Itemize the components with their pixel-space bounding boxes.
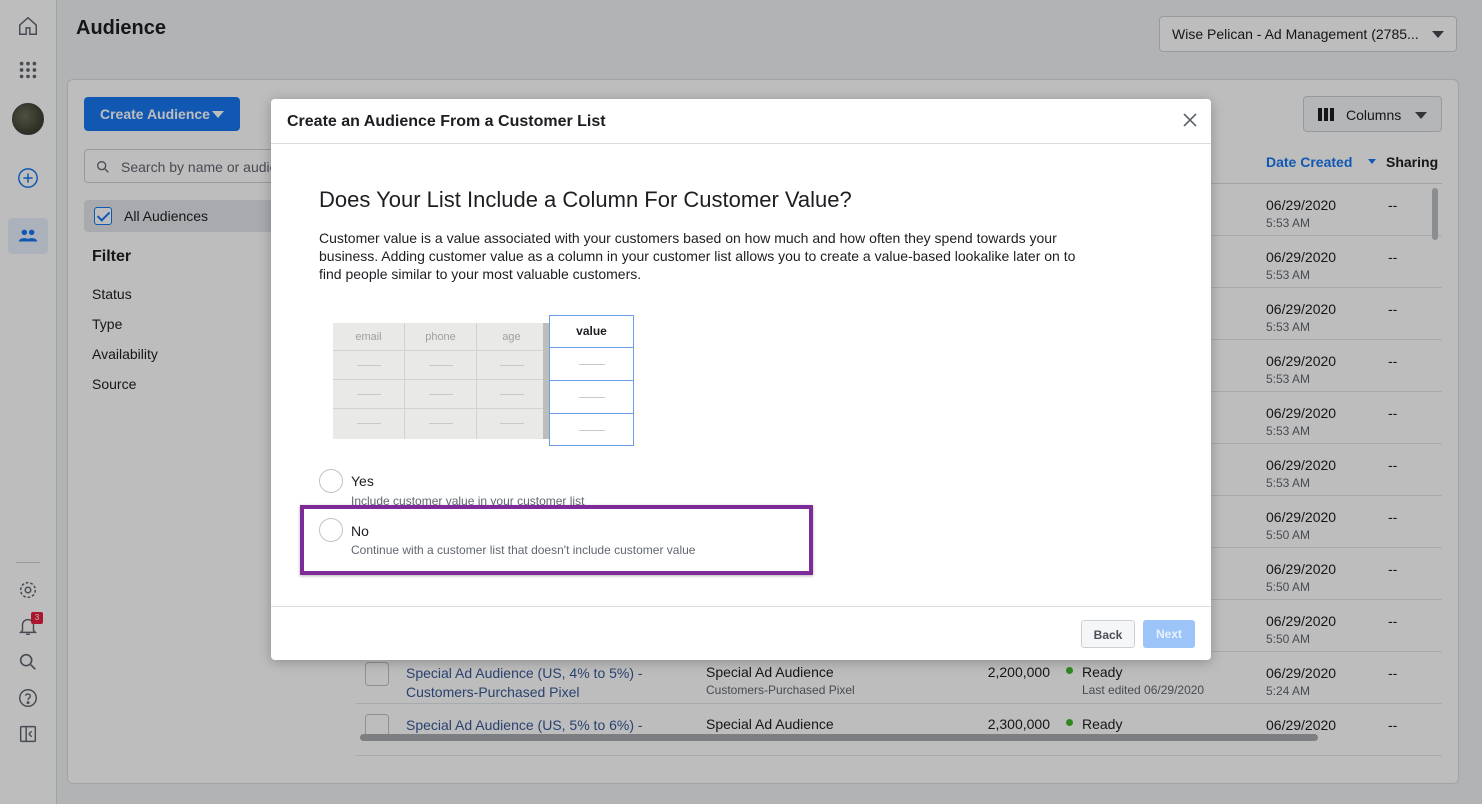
no-option-highlight xyxy=(300,505,813,575)
illustration-value-column: value xyxy=(549,315,634,446)
customer-list-dialog: Create an Audience From a Customer List … xyxy=(271,99,1211,660)
illustration-column-phone: phone xyxy=(405,323,477,351)
illustration-column-email: email xyxy=(333,323,405,351)
illustration-value-header: value xyxy=(550,316,633,348)
back-button[interactable]: Back xyxy=(1081,620,1135,648)
no-radio[interactable] xyxy=(319,518,343,542)
dialog-footer: Back Next xyxy=(271,606,1211,660)
no-option-description: Continue with a customer list that doesn… xyxy=(351,543,696,557)
illustration-column-age: age xyxy=(477,323,547,351)
yes-option-label[interactable]: Yes xyxy=(351,473,374,489)
close-icon[interactable] xyxy=(1181,111,1199,129)
dialog-title: Create an Audience From a Customer List xyxy=(287,113,606,130)
next-button[interactable]: Next xyxy=(1143,620,1195,648)
no-option-label[interactable]: No xyxy=(351,523,369,539)
question-heading: Does Your List Include a Column For Cust… xyxy=(319,187,852,212)
question-description: Customer value is a value associated wit… xyxy=(319,230,1076,282)
yes-radio[interactable] xyxy=(319,469,343,493)
customer-list-illustration: email phone age xyxy=(333,323,547,439)
